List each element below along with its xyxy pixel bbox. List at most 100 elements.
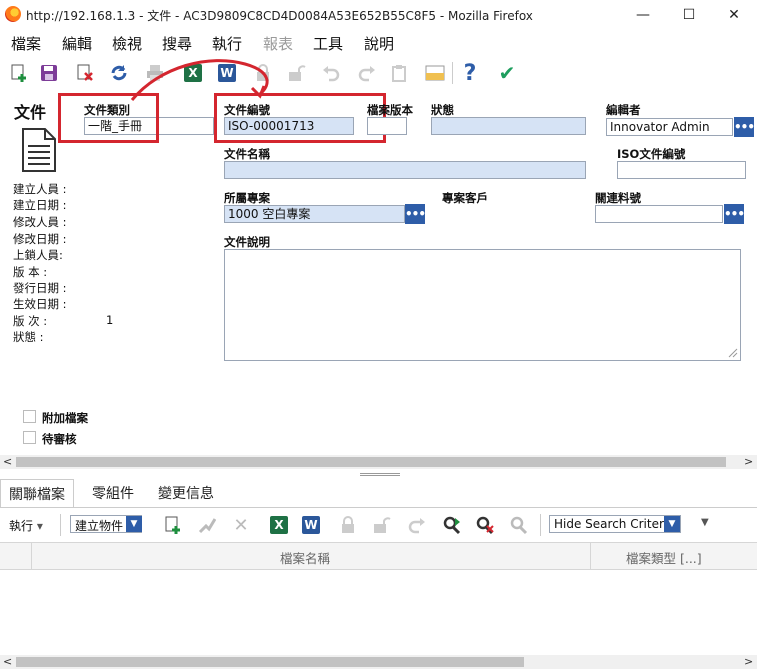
tabs-divider bbox=[0, 507, 757, 508]
menu-view[interactable]: 檢視 bbox=[112, 33, 142, 54]
pane-splitter-handle[interactable] bbox=[360, 473, 400, 476]
attach-file-label: 附加檔案 bbox=[42, 411, 88, 425]
document-icon bbox=[22, 128, 56, 175]
undo-icon[interactable] bbox=[320, 62, 342, 84]
menu-tools[interactable]: 工具 bbox=[313, 33, 343, 54]
generation-label: 版 次 : bbox=[13, 314, 48, 328]
grid-scroll-thumb[interactable] bbox=[16, 657, 524, 667]
menu-help[interactable]: 說明 bbox=[364, 33, 394, 54]
column-header-file-type[interactable]: 檔案類型 [...] bbox=[626, 548, 702, 567]
locked-by-label: 上鎖人員: bbox=[13, 248, 63, 262]
attach-file-checkbox[interactable] bbox=[23, 410, 36, 423]
unlock-icon[interactable] bbox=[286, 62, 308, 84]
modified-by-label: 修改人員 : bbox=[13, 215, 67, 229]
part-number-select-button[interactable]: ••• bbox=[724, 204, 745, 224]
highlight-box-doc-type bbox=[58, 93, 159, 143]
color-icon[interactable] bbox=[424, 62, 446, 84]
scroll-right-arrow[interactable]: > bbox=[744, 655, 753, 668]
redo-icon[interactable] bbox=[406, 514, 428, 536]
search-mode-select[interactable]: Hide Search Criteria bbox=[549, 515, 681, 533]
project-select-button[interactable]: ••• bbox=[405, 204, 426, 224]
actions-menu-label: 執行 bbox=[9, 519, 34, 533]
generation-value: 1 bbox=[106, 313, 114, 327]
version-label: 版 本 : bbox=[13, 265, 48, 279]
toolbar-overflow-icon[interactable]: ▼ bbox=[701, 517, 709, 528]
export-excel-icon[interactable]: X bbox=[268, 514, 290, 536]
created-by-label: 建立人員 : bbox=[13, 182, 67, 196]
column-header-file-name[interactable]: 檔案名稱 bbox=[280, 548, 330, 567]
delete-icon[interactable] bbox=[74, 62, 96, 84]
toolbar-separator bbox=[60, 514, 61, 536]
form-scroll-thumb[interactable] bbox=[16, 457, 726, 467]
done-icon[interactable]: ✔ bbox=[496, 61, 518, 85]
grid-column-divider bbox=[590, 542, 591, 570]
run-search-icon[interactable] bbox=[441, 514, 463, 536]
remove-relation-icon[interactable]: ✕ bbox=[230, 514, 252, 536]
doc-name-field[interactable] bbox=[224, 161, 586, 179]
redo-icon[interactable] bbox=[356, 62, 378, 84]
description-textarea[interactable] bbox=[224, 249, 741, 361]
state-label: 狀態 : bbox=[13, 330, 44, 344]
word-icon: W bbox=[302, 516, 320, 534]
actions-menu[interactable]: 執行 ▾ bbox=[9, 517, 43, 534]
search-mode-select-arrow[interactable]: ▼ bbox=[664, 516, 680, 532]
window-titlebar: http://192.168.1.3 - 文件 - AC3D9809C8CD4D… bbox=[0, 0, 757, 30]
menu-run[interactable]: 執行 bbox=[212, 33, 242, 54]
tab-related-files[interactable]: 關聯檔案 bbox=[0, 479, 74, 507]
pending-review-checkbox[interactable] bbox=[23, 431, 36, 444]
chevron-down-icon: ▾ bbox=[36, 519, 43, 533]
effective-date-label: 生效日期 : bbox=[13, 297, 67, 311]
help-icon[interactable]: ? bbox=[459, 61, 481, 86]
release-date-label: 發行日期 : bbox=[13, 281, 67, 295]
status-label: 狀態 bbox=[431, 103, 454, 117]
editor-field[interactable]: Innovator Admin bbox=[606, 118, 733, 136]
customer-label: 專案客戶 bbox=[442, 191, 488, 205]
menu-search[interactable]: 搜尋 bbox=[162, 33, 192, 54]
menu-edit[interactable]: 編輯 bbox=[62, 33, 92, 54]
menu-reports[interactable]: 報表 bbox=[263, 33, 293, 54]
toolbar-separator bbox=[540, 514, 541, 536]
minimize-button[interactable]: — bbox=[620, 0, 666, 30]
highlight-box-doc-number bbox=[214, 93, 386, 143]
pending-review-label: 待審核 bbox=[42, 432, 77, 446]
doc-name-label: 文件名稱 bbox=[224, 147, 270, 161]
iso-number-label: ISO文件編號 bbox=[617, 147, 686, 161]
relations-grid-body[interactable] bbox=[0, 570, 757, 655]
modified-on-label: 修改日期 : bbox=[13, 232, 67, 246]
file-version-label: 檔案版本 bbox=[367, 103, 413, 117]
tab-change-info[interactable]: 變更信息 bbox=[150, 479, 222, 507]
lock-icon[interactable] bbox=[337, 514, 359, 536]
add-relation-icon[interactable] bbox=[162, 514, 184, 536]
unlock-icon[interactable] bbox=[371, 514, 393, 536]
new-item-icon[interactable] bbox=[8, 62, 30, 84]
window-title: http://192.168.1.3 - 文件 - AC3D9809C8CD4D… bbox=[26, 9, 533, 23]
scroll-left-arrow[interactable]: < bbox=[3, 455, 12, 468]
editor-select-button[interactable]: ••• bbox=[734, 117, 755, 137]
file-version-field[interactable] bbox=[367, 117, 407, 135]
clear-search-icon[interactable] bbox=[474, 514, 496, 536]
close-button[interactable]: ✕ bbox=[711, 0, 757, 30]
project-label: 所屬專案 bbox=[224, 191, 270, 205]
part-number-field[interactable] bbox=[595, 205, 723, 223]
copy-icon[interactable] bbox=[388, 62, 410, 84]
project-field[interactable]: 1000 空白專案 bbox=[224, 205, 405, 223]
menu-file[interactable]: 檔案 bbox=[11, 33, 41, 54]
scroll-right-arrow[interactable]: > bbox=[744, 455, 753, 468]
export-word-icon[interactable]: W bbox=[300, 514, 322, 536]
tab-components[interactable]: 零組件 bbox=[84, 479, 142, 507]
save-icon[interactable] bbox=[38, 62, 60, 84]
resize-grip-icon[interactable] bbox=[728, 348, 738, 358]
created-on-label: 建立日期 : bbox=[13, 198, 67, 212]
maximize-button[interactable]: ☐ bbox=[666, 0, 712, 30]
description-label: 文件說明 bbox=[224, 235, 270, 249]
excel-icon: X bbox=[270, 516, 288, 534]
iso-number-field[interactable] bbox=[617, 161, 746, 179]
pick-item-icon[interactable] bbox=[196, 514, 218, 536]
part-number-label: 關連料號 bbox=[595, 191, 641, 205]
firefox-icon bbox=[5, 6, 21, 22]
search-options-icon[interactable] bbox=[508, 514, 530, 536]
scroll-left-arrow[interactable]: < bbox=[3, 655, 12, 668]
toolbar-separator bbox=[452, 62, 453, 84]
create-item-select-arrow[interactable]: ▼ bbox=[126, 516, 142, 532]
status-field[interactable] bbox=[431, 117, 586, 135]
